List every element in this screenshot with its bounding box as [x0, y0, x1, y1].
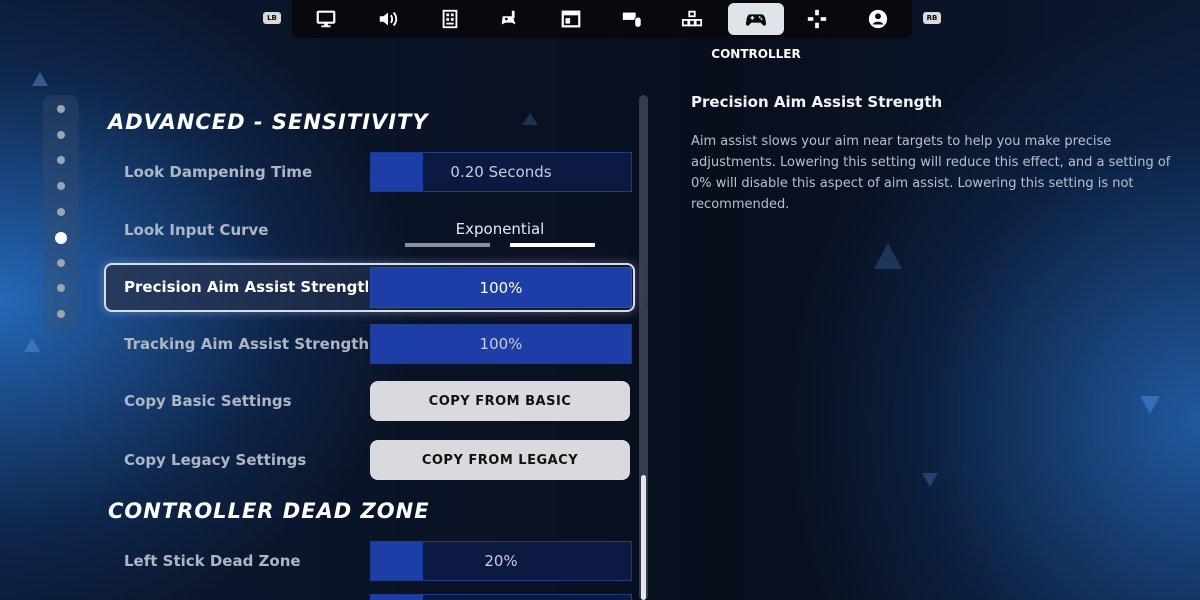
tab-audio[interactable]: [360, 3, 416, 35]
copy-legacy-label: Copy Legacy Settings: [124, 451, 307, 469]
tab-hud[interactable]: [543, 3, 599, 35]
section-title-advanced-sensitivity: ADVANCED - SENSITIVITY: [108, 110, 429, 134]
description-title: Precision Aim Assist Strength: [691, 93, 943, 111]
tab-touch[interactable]: [482, 3, 538, 35]
bg-triangle: [32, 72, 48, 86]
curve-option-indicator[interactable]: [405, 243, 490, 247]
left-bumper-hint: LB: [263, 12, 281, 24]
keyboard-mouse-icon: [622, 12, 642, 28]
left-stick-dead-zone-value: 20%: [484, 552, 518, 570]
tracking-aim-assist-label: Tracking Aim Assist Strength: [124, 335, 368, 353]
precision-aim-assist-value: 100%: [479, 278, 523, 297]
precision-aim-assist-slider[interactable]: 100%: [370, 267, 632, 308]
bg-triangle: [1140, 396, 1160, 414]
tab-account[interactable]: [850, 3, 906, 35]
tracking-aim-assist-slider[interactable]: 100%: [370, 324, 632, 364]
copy-from-legacy-button[interactable]: COPY FROM LEGACY: [370, 440, 630, 480]
tab-game[interactable]: [422, 3, 478, 35]
bg-triangle: [874, 243, 902, 269]
next-row-slider-partial[interactable]: [370, 594, 632, 600]
rail-dot-active[interactable]: [55, 232, 67, 244]
left-stick-dead-zone-slider[interactable]: 20%: [370, 541, 632, 581]
left-stick-dead-zone-label: Left Stick Dead Zone: [124, 552, 301, 570]
rail-dot[interactable]: [57, 182, 65, 190]
bg-triangle: [522, 113, 538, 125]
tab-controller[interactable]: [728, 3, 784, 35]
settings-scrollbar-thumb[interactable]: [641, 475, 646, 600]
look-input-curve-label: Look Input Curve: [124, 221, 269, 239]
section-dot-rail: [43, 95, 79, 331]
look-dampening-label: Look Dampening Time: [124, 163, 313, 181]
bg-triangle: [922, 473, 938, 487]
account-icon: [868, 9, 888, 29]
window-icon: [561, 10, 581, 28]
description-body: Aim assist slows your aim near targets t…: [691, 134, 1171, 212]
curve-option-indicator-active[interactable]: [510, 243, 595, 247]
rail-dot[interactable]: [57, 208, 65, 216]
rail-dot[interactable]: [57, 156, 65, 164]
look-dampening-value: 0.20 Seconds: [450, 163, 552, 181]
top-navigation-bar: [292, 0, 912, 38]
right-bumper-hint: RB: [923, 12, 941, 24]
rail-dot[interactable]: [57, 259, 65, 267]
rail-dot[interactable]: [57, 131, 65, 139]
monitor-icon: [316, 10, 336, 28]
tab-input[interactable]: [664, 3, 720, 35]
rail-dot[interactable]: [57, 284, 65, 292]
controller-touch-icon: [501, 10, 516, 25]
look-input-curve-value[interactable]: Exponential: [405, 220, 595, 238]
section-title-controller-dead-zone: CONTROLLER DEAD ZONE: [108, 499, 430, 523]
bg-triangle: [24, 338, 40, 352]
next-row-fill-partial: [371, 595, 423, 600]
tab-keyboard-mouse[interactable]: [604, 3, 660, 35]
copy-from-basic-button[interactable]: COPY FROM BASIC: [370, 381, 630, 421]
active-tab-caption: CONTROLLER: [711, 47, 801, 61]
look-dampening-slider[interactable]: 0.20 Seconds: [370, 152, 632, 192]
dpad-icon: [807, 9, 827, 29]
tracking-aim-assist-value: 100%: [479, 335, 523, 353]
tab-video[interactable]: [298, 3, 354, 35]
keyboard-icon: [681, 10, 703, 27]
rail-dot[interactable]: [57, 310, 65, 318]
precision-aim-assist-label: Precision Aim Assist Strength: [124, 278, 368, 296]
tab-controller-binds[interactable]: [789, 3, 845, 35]
gamepad-icon: [745, 14, 767, 26]
rail-dot[interactable]: [57, 105, 65, 113]
speaker-icon: [379, 11, 398, 27]
copy-basic-label: Copy Basic Settings: [124, 392, 292, 410]
grid-icon: [442, 9, 458, 29]
